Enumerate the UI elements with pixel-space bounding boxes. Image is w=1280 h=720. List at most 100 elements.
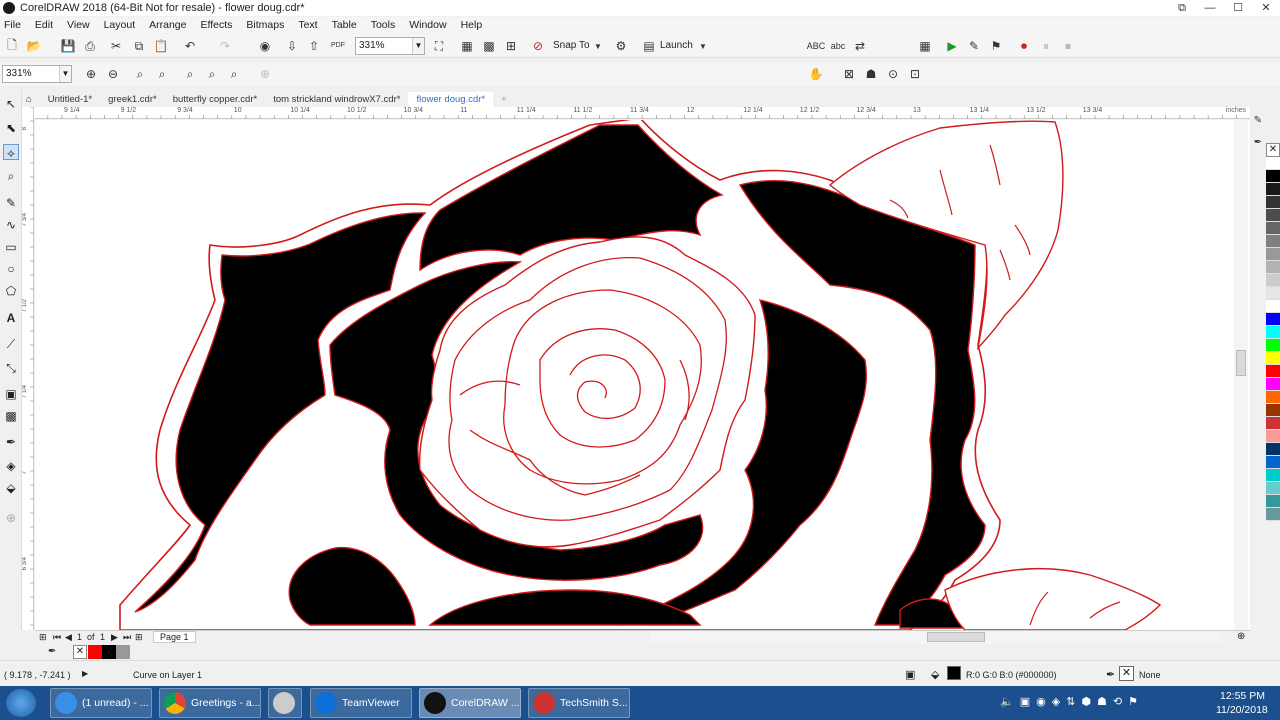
tab-page-1[interactable]: Page 1	[153, 631, 196, 643]
taskbar-item-chrome[interactable]: Greetings - a...	[159, 688, 261, 718]
run-macro-icon[interactable]: ▶	[944, 38, 960, 54]
eyedropper-icon[interactable]: ✒	[3, 434, 19, 450]
palette-swatch[interactable]	[1266, 391, 1280, 404]
no-color-swatch[interactable]: ✕	[1266, 143, 1280, 157]
outline-none-swatch[interactable]: ✕	[1119, 666, 1134, 681]
chevron-down-icon[interactable]: ▼	[695, 38, 711, 54]
drop-shadow-icon[interactable]: ▣	[3, 386, 19, 402]
zoom-page-icon[interactable]: ⌕	[182, 66, 198, 82]
no-color-swatch[interactable]: ✕	[73, 645, 87, 659]
home-icon[interactable]: ⌂	[22, 92, 40, 107]
zoom-level-combo[interactable]: 331% ▼	[355, 37, 425, 55]
palette-swatch[interactable]	[1266, 378, 1280, 391]
export-icon[interactable]: ⇧	[306, 38, 322, 54]
menu-table[interactable]: Table	[332, 19, 357, 31]
launch-label[interactable]: Launch	[660, 40, 693, 51]
menu-edit[interactable]: Edit	[35, 19, 53, 31]
add-icon[interactable]: ⊕	[257, 66, 273, 82]
palette-swatch[interactable]	[1266, 274, 1280, 287]
palette-swatch[interactable]	[1266, 209, 1280, 222]
horizontal-ruler[interactable]: 9 1/4 9 1/2 9 3/4 10 10 1/4 10 1/2 10 3/4 11 11 …	[5, 107, 1250, 119]
chevron-down-icon[interactable]: ▼	[412, 38, 424, 54]
smart-fill-tool-icon[interactable]: ⟡	[3, 144, 19, 160]
rose-artwork[interactable]	[35, 120, 1250, 630]
text-tool-icon[interactable]: A	[3, 310, 19, 326]
pen-alt-icon[interactable]: ✒	[1250, 134, 1266, 150]
tab-butterfly-copper[interactable]: butterfly copper.cdr*	[165, 92, 266, 107]
freehand-tool-icon[interactable]: ✎	[3, 195, 19, 211]
hint-icon[interactable]: ✋	[808, 66, 824, 82]
parallel-dimension-icon[interactable]: ⟋	[3, 336, 19, 352]
rectangle-tool-icon[interactable]: ▭	[3, 239, 19, 255]
launch-app-icon[interactable]: ▤	[641, 38, 657, 54]
horizontal-scroll-thumb[interactable]	[927, 632, 985, 642]
palette-swatch[interactable]	[1266, 508, 1280, 521]
zoom-height-icon[interactable]: ⌕	[226, 66, 242, 82]
next-page-icon[interactable]: ▶	[111, 632, 118, 643]
publish-pdf-icon[interactable]: PDF	[330, 37, 346, 53]
horizontal-scrollbar[interactable]	[650, 631, 1220, 643]
show-guidelines-icon[interactable]: ⊞	[503, 38, 519, 54]
spell-check-icon[interactable]: ABC	[807, 38, 826, 54]
palette-swatch[interactable]	[1266, 417, 1280, 430]
drawing-canvas[interactable]	[35, 120, 1250, 630]
navigator-zoom-icon[interactable]: ⊕	[1237, 631, 1245, 642]
artistic-media-icon[interactable]: ∿	[3, 217, 19, 233]
palette-swatch[interactable]	[1266, 365, 1280, 378]
tab-tom-strickland[interactable]: tom strickland windrowX7.cdr*	[265, 92, 408, 107]
print-icon[interactable]: ⎙	[82, 38, 98, 54]
snap-off-icon[interactable]: ⊘	[530, 38, 546, 54]
first-page-icon[interactable]: ⏮	[53, 632, 61, 643]
new-tab-icon[interactable]: +	[493, 92, 515, 107]
vertical-scrollbar[interactable]	[1234, 120, 1248, 630]
palette-swatch[interactable]	[1266, 430, 1280, 443]
zoom-tool-icon[interactable]: ⌕	[3, 168, 19, 184]
vertical-scroll-thumb[interactable]	[1236, 350, 1246, 376]
property-zoom-combo[interactable]: 331% ▼	[2, 65, 72, 83]
fill-icon[interactable]: ⬙	[931, 668, 939, 681]
palette-swatch[interactable]	[1266, 261, 1280, 274]
menu-view[interactable]: View	[67, 19, 90, 31]
palette-swatch[interactable]	[1266, 313, 1280, 326]
last-page-icon[interactable]: ⏭	[123, 632, 131, 643]
palette-swatch[interactable]	[1266, 352, 1280, 365]
import-icon[interactable]: ⇩	[284, 38, 300, 54]
start-button[interactable]	[6, 689, 36, 717]
calendar-icon[interactable]: ▦	[917, 38, 933, 54]
taskbar-item-ie[interactable]: (1 unread) - ...	[50, 688, 152, 718]
restore-icon[interactable]: ⧉	[1168, 0, 1196, 16]
palette-swatch[interactable]	[1266, 482, 1280, 495]
cut-icon[interactable]: ✂	[108, 38, 124, 54]
interactive-fill-icon[interactable]: ◈	[3, 458, 19, 474]
ellipse-tool-icon[interactable]: ○	[3, 261, 19, 277]
pick-tool-icon[interactable]: ↖	[3, 96, 19, 112]
palette-swatch[interactable]	[1266, 157, 1280, 170]
red-swatch[interactable]	[88, 645, 102, 659]
menu-window[interactable]: Window	[409, 19, 446, 31]
full-screen-icon[interactable]: ⛶	[431, 38, 447, 54]
macro-editor-icon[interactable]: ✎	[966, 38, 982, 54]
pen-icon[interactable]: ✎	[1250, 112, 1266, 128]
add-tool-icon[interactable]: ⊕	[3, 510, 19, 526]
menu-file[interactable]: File	[4, 19, 21, 31]
palette-swatch[interactable]	[1266, 196, 1280, 209]
system-tray-icons[interactable]: 🔈▣◉◈⇅⬢☗⟲⚑	[1000, 695, 1144, 708]
options-gear-icon[interactable]: ⚙	[613, 38, 629, 54]
docker-icon[interactable]: ⊠	[841, 66, 857, 82]
taskbar-item-paint[interactable]	[268, 688, 302, 718]
paste-icon[interactable]: 📋	[153, 38, 169, 54]
copy-icon[interactable]: ⧉	[131, 38, 147, 54]
taskbar-item-techsmith[interactable]: TechSmith S...	[528, 688, 630, 718]
tab-flower-doug[interactable]: flower doug.cdr*	[408, 92, 494, 107]
zoom-out-icon[interactable]: ⊖	[105, 66, 121, 82]
tab-greek1[interactable]: greek1.cdr*	[100, 92, 165, 107]
chevron-down-icon[interactable]: ▼	[590, 38, 606, 54]
minimize-button[interactable]: —	[1196, 0, 1224, 16]
menu-help[interactable]: Help	[461, 19, 483, 31]
add-page-icon[interactable]: ⊞	[135, 632, 143, 643]
palette-swatch[interactable]	[1266, 300, 1280, 313]
connector-tool-icon[interactable]: ⤡	[3, 360, 19, 376]
menu-bitmaps[interactable]: Bitmaps	[246, 19, 284, 31]
search-content-icon[interactable]: ◉	[257, 38, 273, 54]
stop-macro-icon[interactable]: ⏹	[1060, 38, 1076, 54]
